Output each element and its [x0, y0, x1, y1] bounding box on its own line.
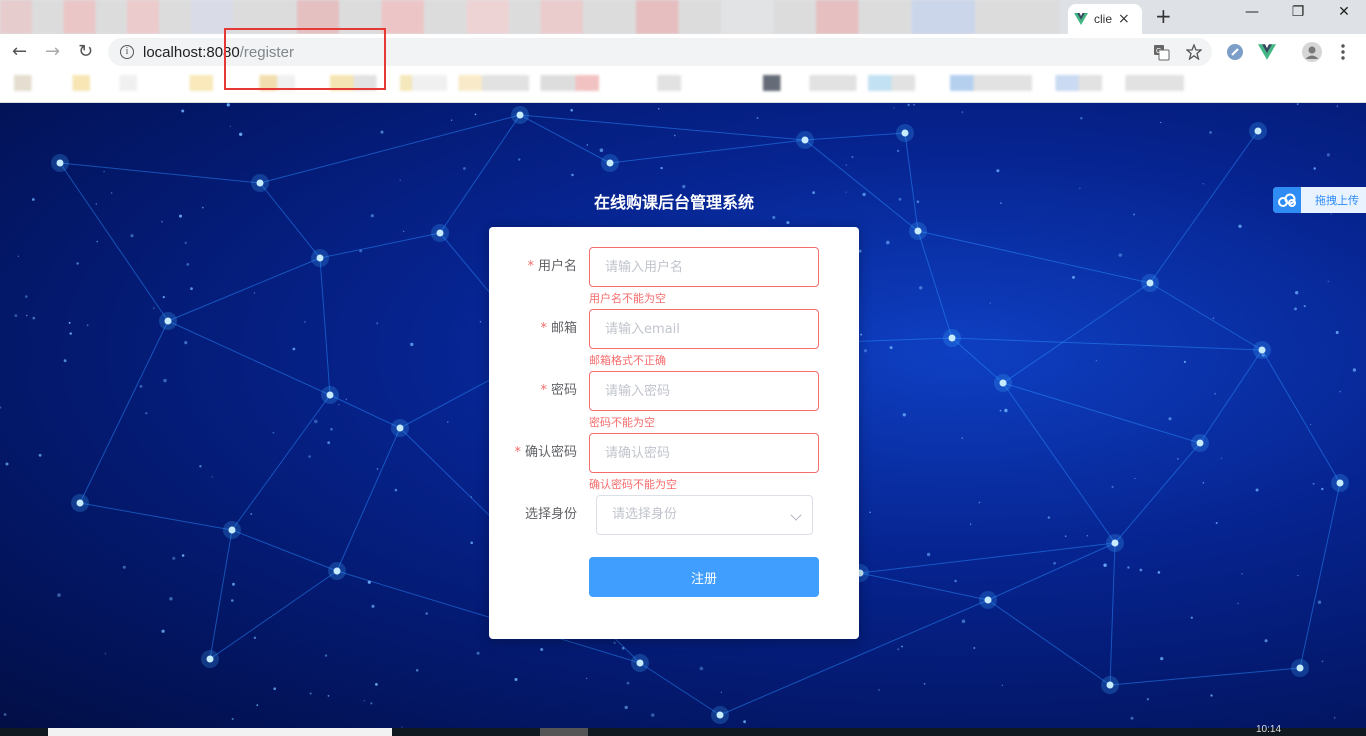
- os-taskbar: 10:14: [0, 724, 1366, 736]
- menu-icon[interactable]: [1340, 43, 1346, 61]
- url-text[interactable]: localhost:8080/register: [143, 44, 294, 61]
- chevron-down-icon: [790, 509, 802, 521]
- required-mark: *: [514, 445, 521, 460]
- vue-devtools-icon[interactable]: [1258, 44, 1276, 60]
- browser-toolbar: ← → ↻ i localhost:8080/register G: [0, 34, 1366, 70]
- role-row: 选择身份 请选择身份: [489, 495, 859, 535]
- taskbar-app[interactable]: [540, 728, 588, 736]
- taskbar-window[interactable]: [48, 728, 392, 736]
- confirm-password-input[interactable]: [589, 433, 819, 473]
- password-row: * 密码 密码不能为空: [489, 371, 859, 429]
- reload-icon[interactable]: ↻: [78, 41, 93, 63]
- username-row: *用户名 用户名不能为空: [489, 247, 859, 305]
- password-error: 密码不能为空: [589, 416, 655, 429]
- browser-tab-bar: clie × + — ❐ ✕: [0, 0, 1366, 34]
- restore-icon[interactable]: ❐: [1284, 4, 1312, 20]
- confirm-password-label: * 确认密码: [514, 433, 577, 473]
- username-input[interactable]: [589, 247, 819, 287]
- address-bar[interactable]: i localhost:8080/register G: [108, 38, 1212, 66]
- role-label: 选择身份: [524, 507, 577, 522]
- email-row: *邮箱 邮箱格式不正确: [489, 309, 859, 367]
- blurred-bookmarks[interactable]: [14, 75, 1184, 91]
- extension-icon[interactable]: [1226, 43, 1244, 61]
- translate-icon[interactable]: G: [1153, 44, 1170, 61]
- cloud-icon: [1273, 187, 1301, 213]
- required-mark: *: [540, 321, 547, 336]
- tab-close-icon[interactable]: ×: [1118, 11, 1130, 27]
- upload-label: 拖拽上传: [1315, 194, 1359, 207]
- vue-logo-icon: [1074, 13, 1088, 25]
- tab-title: clie: [1094, 12, 1112, 26]
- svg-text:G: G: [1156, 48, 1161, 55]
- password-label: * 密码: [540, 371, 577, 411]
- bookmarks-bar: [0, 70, 1366, 103]
- role-select-placeholder: 请选择身份: [612, 507, 678, 522]
- new-tab-icon[interactable]: +: [1155, 6, 1172, 26]
- confirm-password-error: 确认密码不能为空: [589, 478, 677, 491]
- required-mark: *: [540, 383, 547, 398]
- bookmark-star-icon[interactable]: [1186, 44, 1202, 60]
- blurred-tabs[interactable]: [0, 0, 1060, 34]
- register-button[interactable]: 注册: [589, 557, 819, 597]
- profile-avatar[interactable]: [1302, 42, 1322, 62]
- url-path: /register: [239, 44, 294, 61]
- username-error: 用户名不能为空: [589, 292, 666, 305]
- url-host: localhost:8080: [143, 44, 240, 61]
- email-label: * 邮箱: [540, 309, 577, 349]
- email-input[interactable]: [589, 309, 819, 349]
- password-label-text: 密码: [550, 383, 577, 398]
- site-info-icon[interactable]: i: [120, 45, 134, 59]
- back-icon[interactable]: ←: [12, 41, 27, 63]
- active-tab[interactable]: clie ×: [1068, 4, 1142, 34]
- required-mark: *: [527, 259, 534, 274]
- password-input[interactable]: [589, 371, 819, 411]
- window-close-icon[interactable]: ✕: [1330, 4, 1358, 20]
- username-label: * 用户名: [527, 247, 577, 287]
- register-page: 在线购课后台管理系统 *用户名 用户名不能为空 *邮箱 邮箱格式不正确 *密码 …: [0, 103, 1366, 728]
- taskbar-clock: 10:14: [1256, 724, 1282, 735]
- confirm-password-label-text: 确认密码: [524, 445, 577, 460]
- role-select[interactable]: 请选择身份: [596, 495, 813, 535]
- page-title: 在线购课后台管理系统: [593, 193, 754, 212]
- minimize-icon[interactable]: —: [1238, 4, 1266, 20]
- forward-icon[interactable]: →: [45, 41, 60, 63]
- username-label-text: 用户名: [537, 259, 577, 274]
- email-error: 邮箱格式不正确: [589, 354, 666, 367]
- drag-upload-widget[interactable]: 拖拽上传: [1273, 187, 1366, 213]
- email-label-text: 邮箱: [550, 321, 577, 336]
- register-form-card: *用户名 用户名不能为空 *邮箱 邮箱格式不正确 *密码 密码不能为空 *确认密…: [489, 227, 859, 639]
- confirm-password-row: * 确认密码 确认密码不能为空: [489, 433, 859, 491]
